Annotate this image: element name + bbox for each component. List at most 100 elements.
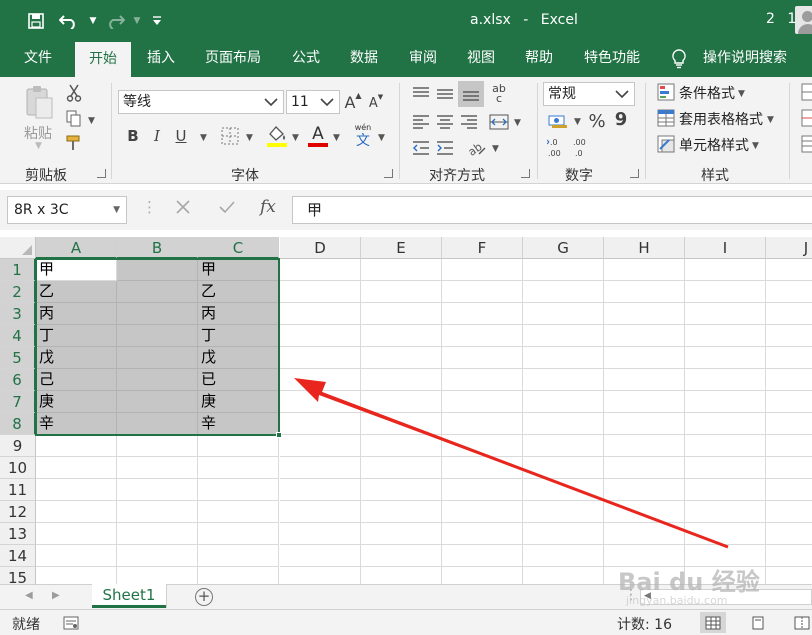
orientation-dropdown-icon[interactable]: ▼ — [492, 144, 499, 154]
cell-h6[interactable] — [604, 369, 685, 391]
cell-c7[interactable]: 庚 — [198, 391, 279, 413]
cell-i11[interactable] — [685, 479, 766, 501]
cell-j1[interactable] — [766, 259, 812, 281]
page-break-view-icon[interactable] — [789, 612, 812, 633]
cell-d11[interactable] — [280, 479, 361, 501]
row-header-9[interactable]: 9 — [0, 435, 36, 457]
cell-j2[interactable] — [766, 281, 812, 303]
cell-i13[interactable] — [685, 523, 766, 545]
format-as-table-button[interactable]: 套用表格格式 — [679, 109, 763, 129]
cell-c5[interactable]: 戊 — [198, 347, 279, 369]
cell-f14[interactable] — [442, 545, 523, 567]
delete-cells-icon[interactable] — [800, 108, 812, 128]
cell-b15[interactable] — [117, 567, 198, 584]
cell-i8[interactable] — [685, 413, 766, 435]
fill-handle[interactable] — [276, 432, 282, 438]
cell-f12[interactable] — [442, 501, 523, 523]
cell-b2[interactable] — [117, 281, 198, 303]
merge-center-icon[interactable] — [488, 111, 510, 133]
cell-a15[interactable] — [36, 567, 117, 584]
cell-a6[interactable]: 己 — [36, 369, 117, 391]
cell-g15[interactable] — [523, 567, 604, 584]
cell-f3[interactable] — [442, 303, 523, 325]
column-header-d[interactable]: D — [280, 237, 361, 259]
cell-d10[interactable] — [280, 457, 361, 479]
align-top-icon[interactable] — [410, 83, 432, 105]
cell-a1[interactable]: 甲 — [36, 259, 117, 281]
cell-d5[interactable] — [280, 347, 361, 369]
cell-j13[interactable] — [766, 523, 812, 545]
decrease-decimal-icon[interactable]: .00.0 — [572, 135, 594, 159]
cell-d7[interactable] — [280, 391, 361, 413]
conditional-formatting-icon[interactable] — [656, 82, 676, 102]
comma-style-button[interactable]: 9 — [614, 108, 628, 130]
cell-d14[interactable] — [280, 545, 361, 567]
paste-icon[interactable] — [22, 83, 56, 123]
number-launcher-icon[interactable] — [630, 169, 639, 178]
cell-c10[interactable] — [198, 457, 279, 479]
undo-icon[interactable] — [58, 10, 80, 32]
cell-g10[interactable] — [523, 457, 604, 479]
cell-e3[interactable] — [361, 303, 442, 325]
cell-a2[interactable]: 乙 — [36, 281, 117, 303]
cell-i10[interactable] — [685, 457, 766, 479]
align-right-icon[interactable] — [458, 111, 480, 133]
cell-f6[interactable] — [442, 369, 523, 391]
cell-f13[interactable] — [442, 523, 523, 545]
insert-cells-icon[interactable] — [800, 82, 812, 102]
column-header-h[interactable]: H — [604, 237, 685, 259]
cell-a14[interactable] — [36, 545, 117, 567]
number-format-select[interactable]: 常规 — [543, 82, 635, 106]
row-header-5[interactable]: 5 — [0, 347, 36, 369]
cell-h4[interactable] — [604, 325, 685, 347]
cell-c15[interactable] — [198, 567, 279, 584]
borders-icon[interactable] — [219, 125, 241, 147]
cell-g14[interactable] — [523, 545, 604, 567]
cell-c13[interactable] — [198, 523, 279, 545]
row-header-3[interactable]: 3 — [0, 303, 36, 325]
cell-d2[interactable] — [280, 281, 361, 303]
more-options-icon[interactable]: ⋮ — [142, 198, 157, 216]
cell-f4[interactable] — [442, 325, 523, 347]
tab-page-layout[interactable]: 页面布局 — [205, 41, 261, 77]
cell-b1[interactable] — [117, 259, 198, 281]
avatar[interactable] — [795, 6, 812, 34]
increase-font-size-icon[interactable]: A ▲ — [343, 91, 363, 113]
cell-c8[interactable]: 辛 — [198, 413, 279, 435]
cell-b10[interactable] — [117, 457, 198, 479]
cell-e8[interactable] — [361, 413, 442, 435]
cell-f11[interactable] — [442, 479, 523, 501]
cell-e14[interactable] — [361, 545, 442, 567]
font-color-dropdown-icon[interactable]: ▼ — [333, 133, 340, 143]
cell-a4[interactable]: 丁 — [36, 325, 117, 347]
cell-j4[interactable] — [766, 325, 812, 347]
cell-i6[interactable] — [685, 369, 766, 391]
cell-c6[interactable]: 已 — [198, 369, 279, 391]
cell-c2[interactable]: 乙 — [198, 281, 279, 303]
prev-sheet-icon[interactable]: ◀ — [25, 590, 33, 601]
cell-g12[interactable] — [523, 501, 604, 523]
row-header-7[interactable]: 7 — [0, 391, 36, 413]
cell-g11[interactable] — [523, 479, 604, 501]
tab-review[interactable]: 审阅 — [409, 41, 437, 77]
next-sheet-icon[interactable]: ▶ — [52, 590, 60, 601]
tab-data[interactable]: 数据 — [350, 41, 378, 77]
fill-color-icon[interactable] — [265, 123, 289, 149]
select-all-button[interactable] — [0, 237, 36, 259]
cell-j11[interactable] — [766, 479, 812, 501]
row-header-14[interactable]: 14 — [0, 545, 36, 567]
tab-special-features[interactable]: 特色功能 — [584, 41, 640, 77]
cell-a10[interactable] — [36, 457, 117, 479]
normal-view-icon[interactable] — [700, 612, 726, 633]
cell-d13[interactable] — [280, 523, 361, 545]
decrease-indent-icon[interactable] — [410, 137, 432, 159]
cell-e13[interactable] — [361, 523, 442, 545]
tab-insert[interactable]: 插入 — [147, 41, 175, 77]
cell-f2[interactable] — [442, 281, 523, 303]
font-family-select[interactable]: 等线 — [118, 90, 284, 114]
cell-g2[interactable] — [523, 281, 604, 303]
cell-styles-dropdown-icon[interactable]: ▼ — [752, 141, 759, 151]
format-cells-icon[interactable] — [800, 134, 812, 154]
cell-j7[interactable] — [766, 391, 812, 413]
column-header-f[interactable]: F — [442, 237, 523, 259]
